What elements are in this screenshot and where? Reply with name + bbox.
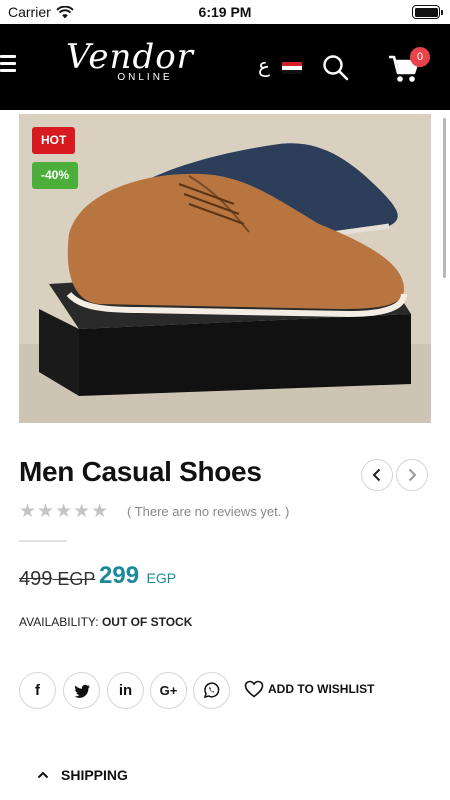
language-switch[interactable]: ع bbox=[258, 54, 270, 78]
old-price-currency: EGP bbox=[57, 569, 96, 589]
whatsapp-icon bbox=[203, 682, 220, 699]
linkedin-share-button[interactable]: in bbox=[107, 672, 144, 709]
linkedin-icon: in bbox=[118, 682, 133, 699]
app-header: Vendor ONLINE ع 0 bbox=[0, 24, 450, 110]
product-title: Men Casual Shoes bbox=[19, 456, 262, 487]
availability: AVAILABILITY: OUT OF STOCK bbox=[19, 615, 192, 629]
facebook-icon: f bbox=[35, 682, 40, 699]
shipping-label: SHIPPING bbox=[61, 767, 128, 783]
google-plus-icon: G+ bbox=[159, 683, 178, 698]
whatsapp-share-button[interactable] bbox=[193, 672, 230, 709]
add-to-wishlist-button[interactable]: ADD TO WISHLIST bbox=[244, 680, 374, 698]
wishlist-label: ADD TO WISHLIST bbox=[268, 682, 375, 696]
chevron-left-icon bbox=[372, 468, 381, 482]
product-image[interactable]: HOT -40% bbox=[19, 114, 431, 423]
twitter-icon bbox=[74, 684, 89, 698]
discount-badge: -40% bbox=[32, 162, 79, 189]
logo-main-text: Vendor bbox=[66, 37, 194, 77]
battery-icon bbox=[412, 5, 443, 19]
twitter-share-button[interactable] bbox=[63, 672, 100, 709]
shipping-accordion[interactable]: SHIPPING bbox=[37, 767, 128, 783]
chevron-up-icon bbox=[37, 771, 49, 779]
facebook-share-button[interactable]: f bbox=[19, 672, 56, 709]
egypt-flag-icon[interactable] bbox=[282, 62, 302, 74]
availability-label: AVAILABILITY: bbox=[19, 615, 99, 629]
current-price-currency: EGP bbox=[146, 570, 177, 586]
next-product-button[interactable] bbox=[396, 459, 428, 491]
chevron-right-icon bbox=[408, 468, 417, 482]
cart-count-badge: 0 bbox=[410, 47, 430, 67]
scrollbar[interactable] bbox=[443, 118, 446, 278]
status-bar: Carrier 6:19 PM bbox=[0, 0, 450, 24]
hot-badge: HOT bbox=[32, 127, 76, 154]
search-icon[interactable] bbox=[322, 54, 350, 82]
current-price: 299 EGP bbox=[99, 562, 176, 590]
current-price-value: 299 bbox=[99, 562, 140, 589]
menu-icon[interactable] bbox=[0, 55, 16, 73]
google-plus-share-button[interactable]: G+ bbox=[150, 672, 187, 709]
status-time: 6:19 PM bbox=[198, 4, 252, 20]
divider bbox=[19, 540, 67, 542]
shoes-illustration bbox=[19, 114, 431, 423]
availability-status: OUT OF STOCK bbox=[101, 615, 193, 629]
old-price: 499 EGP bbox=[19, 568, 95, 591]
rating-stars: ★★★★★ bbox=[19, 501, 110, 522]
previous-product-button[interactable] bbox=[361, 459, 393, 491]
heart-icon bbox=[244, 680, 264, 698]
old-price-value: 499 bbox=[19, 568, 53, 590]
vendor-logo[interactable]: Vendor ONLINE bbox=[66, 38, 194, 83]
reviews-text[interactable]: ( There are no reviews yet. ) bbox=[127, 504, 289, 519]
